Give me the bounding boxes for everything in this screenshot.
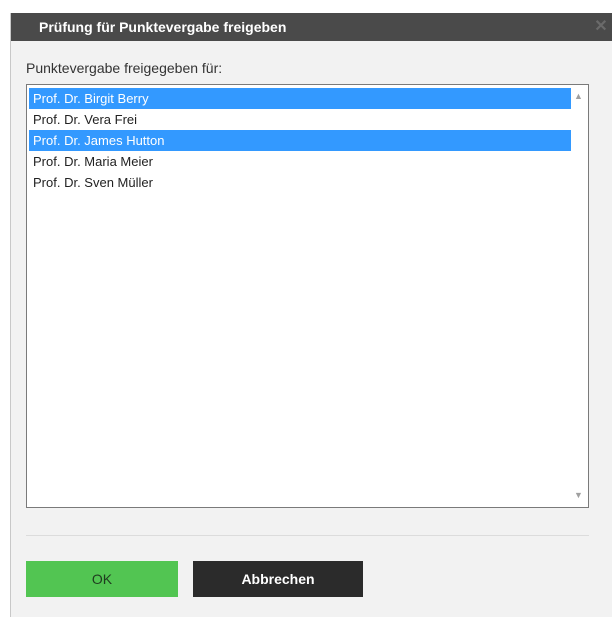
- list-item[interactable]: Prof. Dr. Sven Müller: [29, 172, 571, 193]
- cancel-button[interactable]: Abbrechen: [193, 561, 363, 597]
- list-item[interactable]: Prof. Dr. Birgit Berry: [29, 88, 571, 109]
- list-scrollbar[interactable]: ▲ ▼: [570, 86, 587, 506]
- dialog-titlebar[interactable]: Prüfung für Punktevergabe freigeben ✕: [11, 13, 612, 41]
- list-label: Punktevergabe freigegeben für:: [26, 60, 223, 76]
- dialog-title: Prüfung für Punktevergabe freigeben: [39, 19, 287, 35]
- divider: [26, 535, 589, 536]
- list-items: Prof. Dr. Birgit Berry Prof. Dr. Vera Fr…: [29, 88, 571, 193]
- list-item[interactable]: Prof. Dr. James Hutton: [29, 130, 571, 151]
- close-icon[interactable]: ✕: [593, 19, 609, 35]
- scroll-down-arrow-icon[interactable]: ▼: [570, 487, 587, 504]
- examiner-listbox[interactable]: Prof. Dr. Birgit Berry Prof. Dr. Vera Fr…: [26, 84, 589, 508]
- scroll-up-arrow-icon[interactable]: ▲: [570, 88, 587, 105]
- ok-button[interactable]: OK: [26, 561, 178, 597]
- list-item[interactable]: Prof. Dr. Vera Frei: [29, 109, 571, 130]
- list-item[interactable]: Prof. Dr. Maria Meier: [29, 151, 571, 172]
- dialog: Prüfung für Punktevergabe freigeben ✕ Pu…: [10, 13, 612, 617]
